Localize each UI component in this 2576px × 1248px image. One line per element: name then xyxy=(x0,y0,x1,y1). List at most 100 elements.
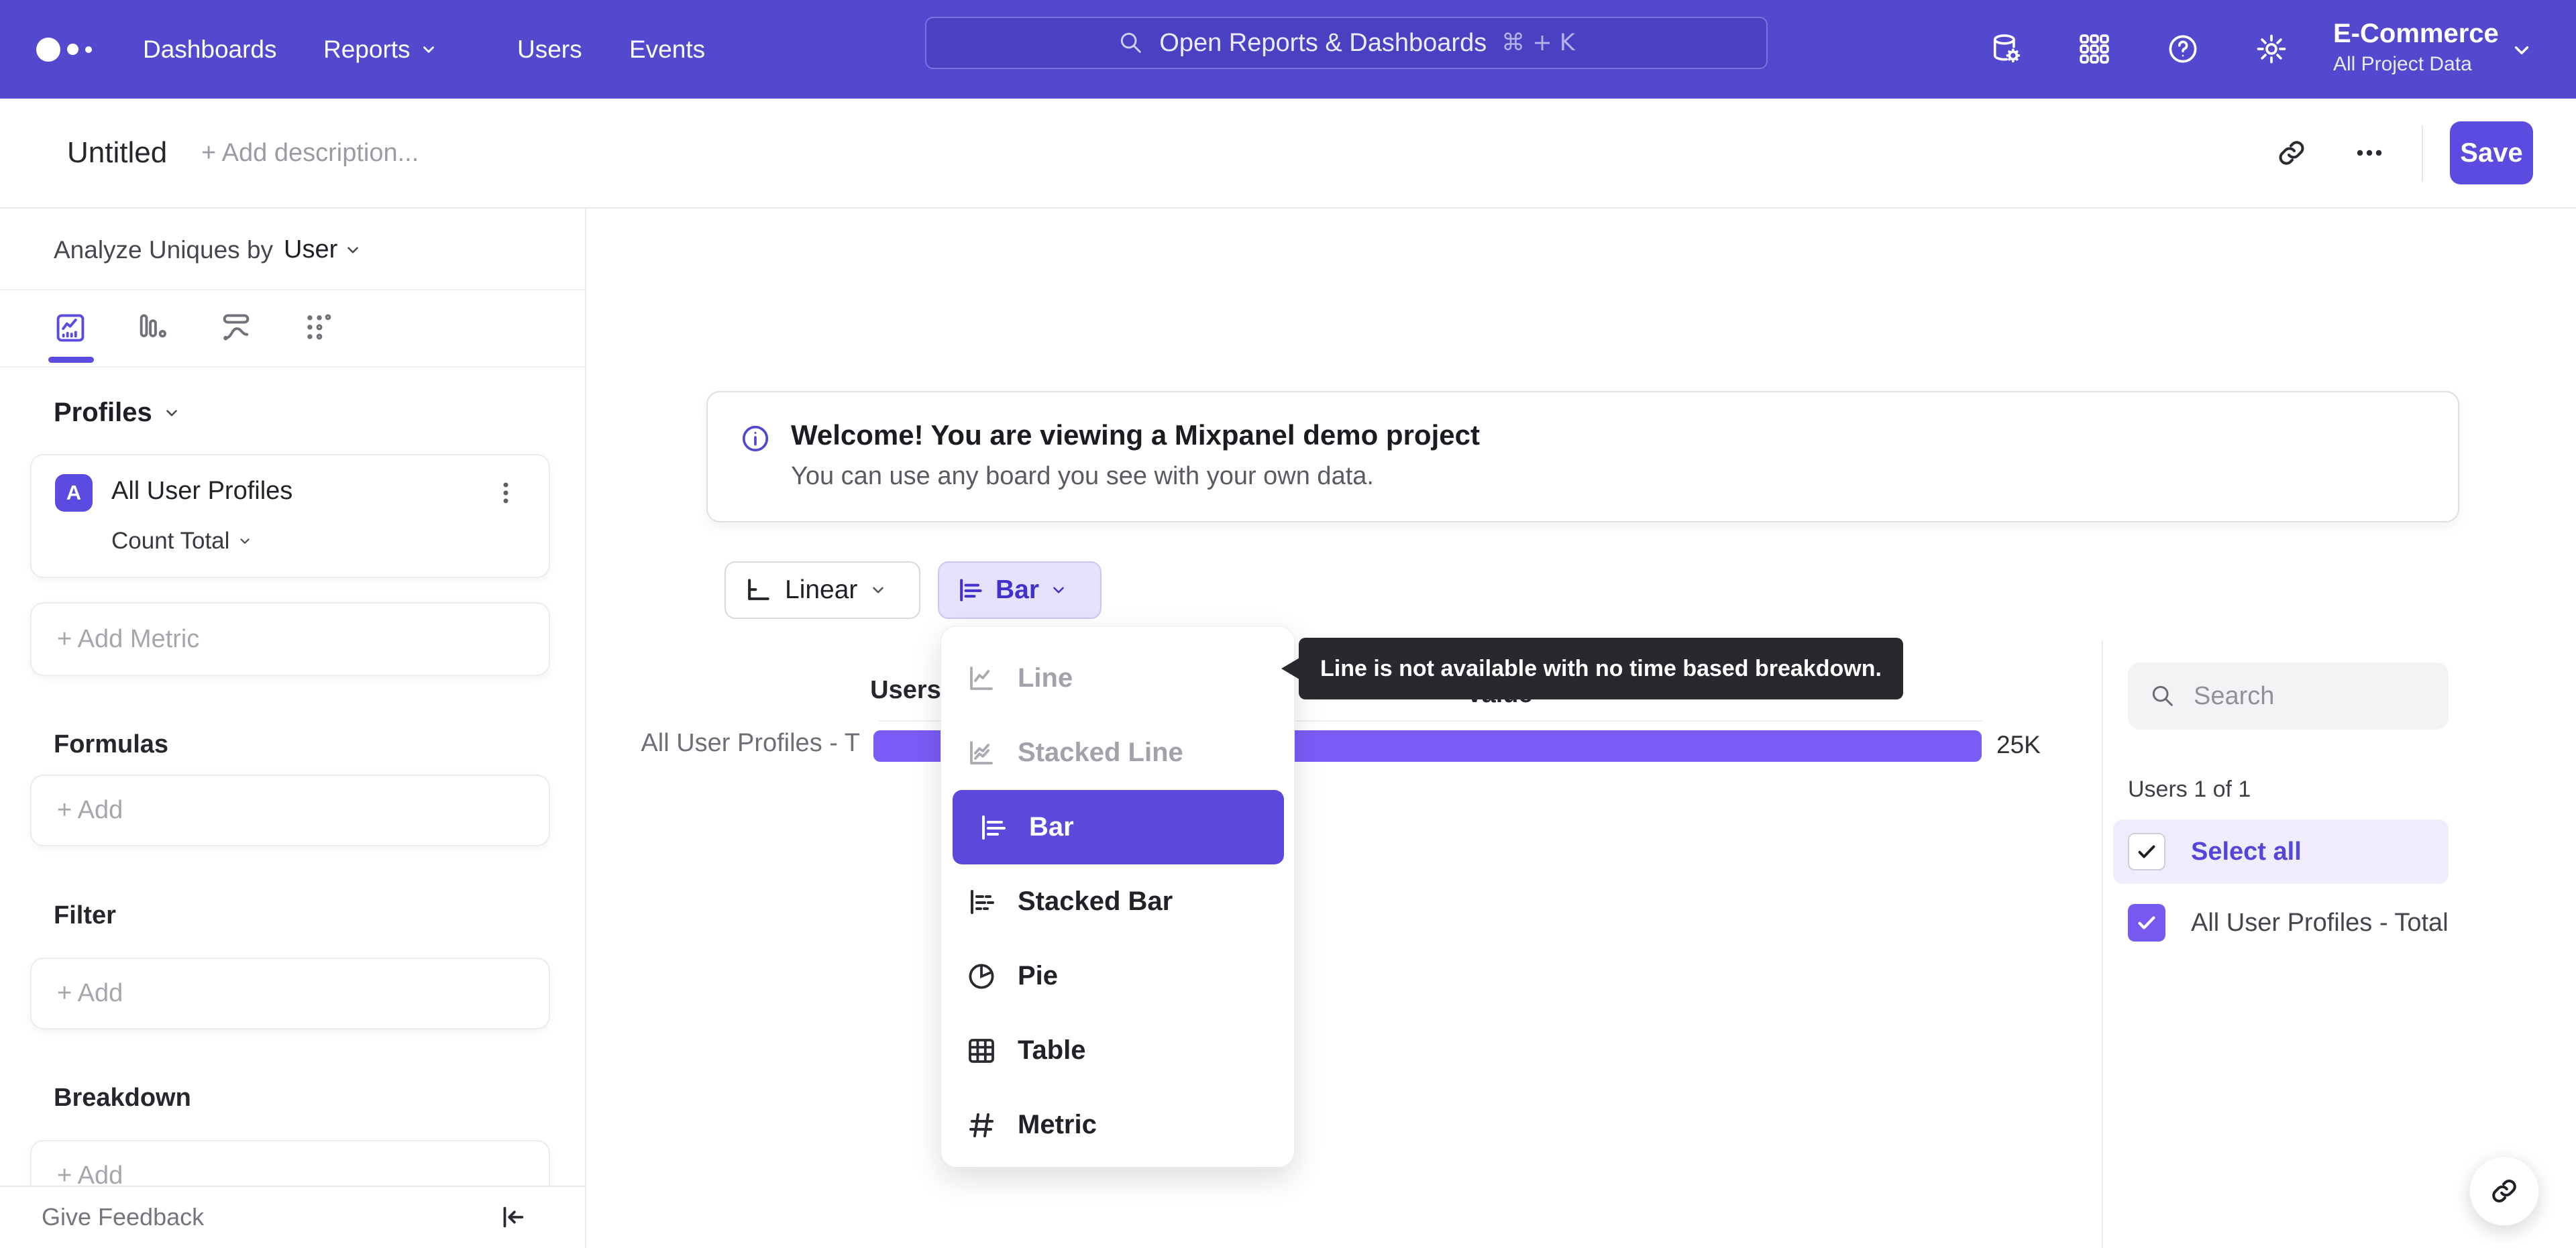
logo-dot xyxy=(36,37,60,62)
global-search-placeholder: Open Reports & Dashboards xyxy=(1159,28,1487,57)
search-icon xyxy=(1121,32,1142,53)
divider xyxy=(2422,125,2423,182)
analyze-uniques-row: Analyze Uniques by User xyxy=(54,235,362,264)
table-icon xyxy=(969,1038,994,1063)
nav-item-label: Users xyxy=(517,35,582,63)
metric-card[interactable]: A All User Profiles Count Total xyxy=(30,454,550,578)
share-link-button[interactable] xyxy=(2469,1156,2539,1226)
analyze-label: Analyze Uniques by xyxy=(54,235,274,264)
mixpanel-logo[interactable] xyxy=(36,0,92,99)
menu-item-pie[interactable]: Pie xyxy=(941,939,1295,1013)
select-all-checkbox[interactable] xyxy=(2128,833,2165,870)
tab-insights[interactable] xyxy=(53,310,88,345)
chevron-down-icon xyxy=(873,587,884,593)
menu-item-table[interactable]: Table xyxy=(941,1013,1295,1088)
nav-item-users[interactable]: Users xyxy=(517,0,582,99)
aggregation-dropdown[interactable]: Count Total xyxy=(111,528,252,555)
menu-item-line[interactable]: Line xyxy=(941,641,1295,716)
horizontal-bar-chart-icon xyxy=(982,815,1006,840)
time-scale-dropdown[interactable]: Linear xyxy=(724,561,920,619)
kebab-menu-icon[interactable] xyxy=(491,475,521,510)
select-all-row[interactable]: Select all xyxy=(2113,819,2449,884)
tooltip-arrow xyxy=(1281,658,1299,679)
divider xyxy=(2102,640,2103,1248)
nav-item-label: Dashboards xyxy=(143,35,277,63)
nav-item-reports[interactable]: Reports xyxy=(323,0,437,99)
legend-item[interactable]: All User Profiles - Total xyxy=(2113,892,2449,954)
chevron-down-icon xyxy=(347,246,359,253)
copy-link-icon[interactable] xyxy=(2275,137,2308,169)
axis-icon xyxy=(748,579,769,600)
check-icon xyxy=(2138,916,2155,929)
nav-item-label: Reports xyxy=(323,35,411,63)
nav-item-events[interactable]: Events xyxy=(629,0,705,99)
add-metric-button[interactable]: + Add Metric xyxy=(30,602,550,676)
menu-item-stacked-line[interactable]: Stacked Line xyxy=(941,716,1295,790)
tab-flows[interactable] xyxy=(219,310,254,345)
search-icon xyxy=(2152,685,2173,706)
global-search-shortcut: ⌘ + K xyxy=(1501,30,1575,56)
aggregation-value: Count Total xyxy=(111,528,230,554)
tooltip: Line is not available with no time based… xyxy=(1281,638,1903,699)
chevron-down-icon xyxy=(166,409,177,416)
report-title[interactable]: Untitled xyxy=(67,99,167,207)
project-switcher[interactable]: E-Commerce All Project Data xyxy=(2333,16,2499,78)
tab-funnels[interactable] xyxy=(136,310,170,345)
menu-item-stacked-bar[interactable]: Stacked Bar xyxy=(941,864,1295,939)
save-button[interactable]: Save xyxy=(2450,121,2533,184)
chevron-down-icon[interactable] xyxy=(2510,39,2533,62)
menu-item-label: Line xyxy=(1018,663,1073,693)
chart-type-label: Bar xyxy=(996,575,1040,604)
pie-chart-icon xyxy=(969,963,994,989)
metric-name[interactable]: All User Profiles xyxy=(111,477,292,506)
horizontal-bar-chart-icon xyxy=(960,579,982,602)
gear-icon[interactable] xyxy=(2254,32,2289,66)
legend-item-checkbox[interactable] xyxy=(2128,904,2165,942)
welcome-title: Welcome! You are viewing a Mixpanel demo… xyxy=(791,419,1480,451)
tooltip-text: Line is not available with no time based… xyxy=(1320,655,1882,681)
stacked-bar-chart-icon xyxy=(971,889,994,914)
add-filter-button[interactable]: + Add xyxy=(30,958,550,1029)
give-feedback-link[interactable]: Give Feedback xyxy=(42,1187,204,1247)
project-name: E-Commerce xyxy=(2333,19,2499,48)
legend-search-input[interactable]: Search xyxy=(2128,663,2449,730)
report-header: Untitled + Add description... Save xyxy=(0,99,2576,209)
add-formula-button[interactable]: + Add xyxy=(30,775,550,846)
apps-grid-icon[interactable] xyxy=(2077,32,2112,66)
filter-section-title: Filter xyxy=(54,901,116,929)
menu-item-bar[interactable]: Bar xyxy=(953,790,1284,864)
line-chart-icon xyxy=(970,666,993,690)
global-search-button[interactable]: Open Reports & Dashboards ⌘ + K xyxy=(925,17,1768,69)
collapse-sidebar-icon[interactable] xyxy=(496,1202,527,1233)
sidebar-footer: Give Feedback xyxy=(0,1186,585,1248)
welcome-banner: Welcome! You are viewing a Mixpanel demo… xyxy=(706,391,2459,522)
chevron-down-icon xyxy=(1053,587,1064,593)
menu-item-metric[interactable]: Metric xyxy=(941,1088,1295,1162)
analyze-entity-dropdown[interactable]: User xyxy=(284,235,362,264)
link-icon xyxy=(2492,1180,2516,1202)
menu-item-label: Stacked Line xyxy=(1018,738,1183,767)
logo-dot xyxy=(67,44,78,55)
add-description-field[interactable]: + Add description... xyxy=(201,99,419,207)
menu-item-label: Pie xyxy=(1018,961,1059,990)
formulas-section-title: Formulas xyxy=(54,730,169,758)
divider xyxy=(0,366,585,367)
project-scope: All Project Data xyxy=(2333,53,2472,75)
help-icon[interactable] xyxy=(2165,32,2200,66)
nav-item-label: Events xyxy=(629,35,706,63)
breakdown-section-title: Breakdown xyxy=(54,1084,191,1112)
info-icon xyxy=(740,423,771,454)
chart-bar-value: 25K xyxy=(1996,731,2041,758)
data-management-icon[interactable] xyxy=(1988,32,2023,66)
nav-item-dashboards[interactable]: Dashboards xyxy=(143,0,277,99)
profiles-label: Profiles xyxy=(54,398,152,427)
more-options-icon[interactable] xyxy=(2353,137,2385,169)
chart-type-dropdown[interactable]: Bar xyxy=(938,561,1102,619)
mixpanel-app: Dashboards Reports Users Events Open Rep… xyxy=(0,0,2576,1248)
chart-row-label: All User Profiles - T xyxy=(641,729,860,757)
tab-retention[interactable] xyxy=(302,310,337,345)
query-sidebar: Analyze Uniques by User Profiles A All U… xyxy=(0,209,586,1248)
hash-icon xyxy=(969,1113,994,1137)
profiles-section-header[interactable]: Profiles xyxy=(54,398,180,428)
metric-badge: A xyxy=(55,474,93,512)
